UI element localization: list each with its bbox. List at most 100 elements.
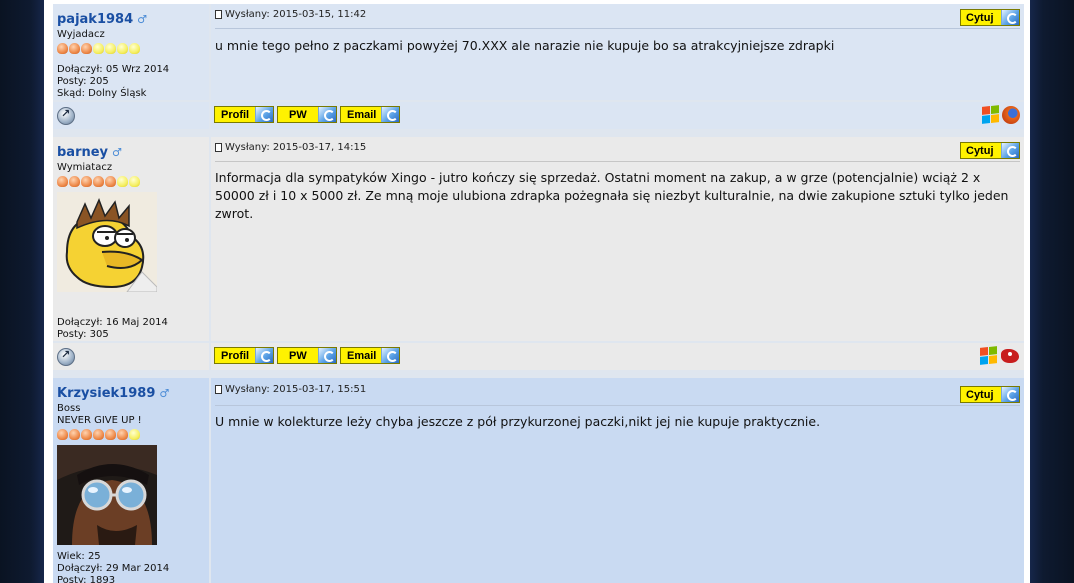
user-avatar <box>57 192 157 292</box>
pm-button-label[interactable]: PW <box>284 350 307 362</box>
rank-star-icon <box>69 429 80 440</box>
user-rank: Wymiatacz <box>57 162 113 173</box>
pm-button[interactable]: PW <box>277 347 337 364</box>
post-author: Krzysiek1989 ♂ Boss NEVER GIVE UP ! Wiek… <box>53 378 209 583</box>
post-body: Informacja dla sympatyków Xingo - jutro … <box>215 170 1009 221</box>
rank-star-icon <box>57 43 68 54</box>
user-agent-icons <box>980 346 1020 365</box>
page-margin-left <box>0 0 44 583</box>
post-footer-left <box>53 343 209 370</box>
rank-star-icon <box>69 43 80 54</box>
male-gender-icon: ♂ <box>159 387 170 400</box>
user-agent-icons <box>982 105 1020 124</box>
swirl-icon <box>255 348 273 363</box>
username-link[interactable]: barney ♂ <box>57 145 122 160</box>
user-custom-title: NEVER GIVE UP ! <box>57 415 142 426</box>
post-date: Wysłany: 2015-03-15, 11:42 <box>215 9 1020 20</box>
swirl-icon <box>381 107 399 122</box>
username[interactable]: pajak1984 <box>57 12 133 27</box>
profile-button[interactable]: Profil <box>214 347 274 364</box>
swirl-icon <box>381 348 399 363</box>
email-button[interactable]: Email <box>340 106 400 123</box>
quote-button-label[interactable]: Cytuj <box>966 145 994 157</box>
rank-stars <box>57 176 205 188</box>
username-link[interactable]: Krzysiek1989 ♂ <box>57 386 169 401</box>
email-button-label[interactable]: Email <box>347 350 376 362</box>
rank-star-icon <box>129 429 140 440</box>
user-rank: Boss <box>57 403 81 414</box>
rank-star-icon <box>69 176 80 187</box>
post-message: Wysłany: 2015-03-17, 14:15 Cytuj Informa… <box>211 137 1024 341</box>
post-header: Wysłany: 2015-03-17, 15:51 Cytuj <box>215 384 1020 406</box>
post: Krzysiek1989 ♂ Boss NEVER GIVE UP ! Wiek… <box>53 378 1024 583</box>
rank-star-icon <box>117 429 128 440</box>
windows-icon <box>980 346 997 365</box>
profile-button[interactable]: Profil <box>214 106 274 123</box>
profile-button-label[interactable]: Profil <box>221 109 249 121</box>
rank-star-icon <box>93 429 104 440</box>
pm-button-label[interactable]: PW <box>284 109 307 121</box>
rank-stars <box>57 429 205 441</box>
user-rank: Wyjadacz <box>57 29 105 40</box>
post-header: Wysłany: 2015-03-17, 14:15 Cytuj <box>215 142 1020 162</box>
swirl-icon <box>318 107 336 122</box>
user-info: Dołączył: 16 Maj 2014 Posty: 305 <box>57 317 168 341</box>
pm-button[interactable]: PW <box>277 106 337 123</box>
quote-button-label[interactable]: Cytuj <box>966 12 994 24</box>
post-date-text: Wysłany: 2015-03-17, 15:51 <box>225 384 367 395</box>
browser-icon <box>1000 347 1020 365</box>
back-to-top-icon[interactable] <box>57 107 75 125</box>
post-date-text: Wysłany: 2015-03-15, 11:42 <box>225 9 367 20</box>
email-button-label[interactable]: Email <box>347 109 376 121</box>
rank-star-icon <box>93 176 104 187</box>
post-icon <box>215 10 222 19</box>
post-body: u mnie tego pełno z paczkami powyżej 70.… <box>215 38 835 53</box>
post-body: U mnie w kolekturze leży chyba jeszcze z… <box>215 414 821 429</box>
join-date: Dołączył: 05 Wrz 2014 <box>57 64 170 75</box>
rank-star-icon <box>117 43 128 54</box>
user-info: Wiek: 25 Dołączył: 29 Mar 2014 Posty: 18… <box>57 551 169 583</box>
post: pajak1984 ♂ Wyjadacz Dołączył: 05 Wrz 20… <box>53 4 1024 129</box>
rank-stars <box>57 43 205 55</box>
quote-button-label[interactable]: Cytuj <box>966 389 994 401</box>
post-message: Wysłany: 2015-03-15, 11:42 Cytuj u mnie … <box>211 4 1024 100</box>
rank-star-icon <box>93 43 104 54</box>
firefox-icon <box>1002 106 1020 124</box>
post-footer-left <box>53 102 209 129</box>
email-button[interactable]: Email <box>340 347 400 364</box>
post-date-text: Wysłany: 2015-03-17, 14:15 <box>225 142 367 153</box>
location: Skąd: Dolny Śląsk <box>57 88 147 99</box>
quote-button[interactable]: Cytuj <box>960 142 1020 159</box>
post-icon <box>215 143 222 152</box>
post-date: Wysłany: 2015-03-17, 14:15 <box>215 142 1020 153</box>
rank-star-icon <box>57 176 68 187</box>
post-author: barney ♂ Wymiatacz Dołączył: 16 Maj 2014… <box>53 137 209 341</box>
quote-button[interactable]: Cytuj <box>960 9 1020 26</box>
username-link[interactable]: pajak1984 ♂ <box>57 12 147 27</box>
rank-star-icon <box>81 176 92 187</box>
profile-button-label[interactable]: Profil <box>221 350 249 362</box>
male-gender-icon: ♂ <box>112 146 122 159</box>
post-message: Wysłany: 2015-03-17, 15:51 Cytuj U mnie … <box>211 378 1024 583</box>
post-count: Posty: 1893 <box>57 575 116 583</box>
post-footer: Profil PW Email <box>211 343 1024 370</box>
rank-star-icon <box>105 43 116 54</box>
post-date: Wysłany: 2015-03-17, 15:51 <box>215 384 1020 395</box>
swirl-icon <box>1001 10 1019 25</box>
quote-button[interactable]: Cytuj <box>960 386 1020 403</box>
user-avatar <box>57 445 157 545</box>
username[interactable]: Krzysiek1989 <box>57 386 155 401</box>
posts-container: pajak1984 ♂ Wyjadacz Dołączył: 05 Wrz 20… <box>53 4 1024 583</box>
username[interactable]: barney <box>57 145 108 160</box>
swirl-icon <box>318 348 336 363</box>
user-info: Dołączył: 05 Wrz 2014 Posty: 205 Skąd: D… <box>57 64 169 100</box>
back-to-top-icon[interactable] <box>57 348 75 366</box>
windows-icon <box>982 105 999 124</box>
post-count: Posty: 205 <box>57 76 109 87</box>
join-date: Dołączył: 29 Mar 2014 <box>57 563 170 574</box>
rank-star-icon <box>57 429 68 440</box>
join-date: Dołączył: 16 Maj 2014 <box>57 317 168 328</box>
post: barney ♂ Wymiatacz Dołączył: 16 Maj 2014… <box>53 137 1024 370</box>
rank-star-icon <box>117 176 128 187</box>
post-header: Wysłany: 2015-03-15, 11:42 Cytuj <box>215 9 1020 29</box>
